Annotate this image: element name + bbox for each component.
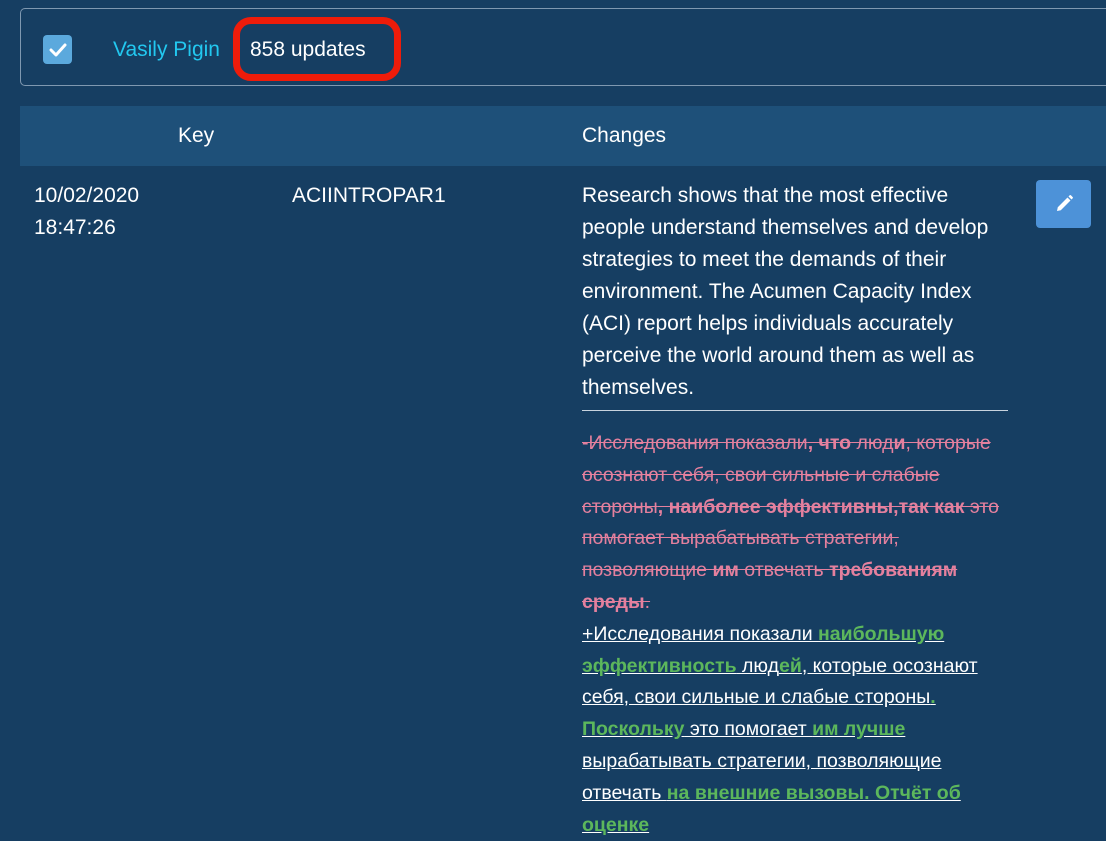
updates-count: 858 updates (250, 38, 366, 61)
diff-segment: люд (851, 432, 894, 454)
diff-segment: люд (736, 654, 779, 677)
column-header-changes: Changes (582, 124, 667, 147)
change-date: 10/02/2020 (34, 184, 140, 207)
change-timestamp: 10/02/2020 18:47:26 (34, 180, 234, 244)
diff-segment: это помогает (684, 718, 813, 741)
changes-page: Vasily Pigin 858 updates Key Changes 10/… (0, 0, 1106, 841)
diff-segment: отвечать (738, 559, 830, 582)
pencil-icon (1056, 195, 1073, 211)
author-link[interactable]: Vasily Pigin (113, 37, 220, 63)
author-checkbox[interactable] (43, 35, 72, 64)
translation-diff: -Исследования показали, что люди, которы… (582, 428, 1002, 841)
diff-segment-changed: , что (807, 432, 852, 454)
source-text: Research shows that the most effective p… (582, 184, 989, 399)
diff-added-line: +Исследования показали наибольшую эффект… (582, 623, 978, 836)
author-filter-bar: Vasily Pigin 858 updates (20, 8, 1106, 86)
diff-segment-changed: ей (778, 654, 802, 677)
check-icon (49, 43, 66, 56)
diff-segment: . (644, 590, 651, 613)
diff-segment: +Исследования показали (582, 622, 819, 645)
table-header: Key Changes (20, 106, 1106, 166)
change-time: 18:47:26 (34, 216, 116, 239)
diff-segment-changed: им (712, 559, 739, 582)
diff-removed-line: -Исследования показали, что люди, которы… (582, 432, 999, 613)
diff-segment-changed: и (893, 432, 906, 454)
string-key: ACIINTROPAR1 (292, 184, 446, 207)
diff-divider (582, 410, 1008, 411)
column-header-key: Key (178, 124, 215, 147)
diff-segment-changed: , наиболее эффективны,так как (657, 495, 965, 518)
edit-button[interactable] (1036, 180, 1091, 228)
diff-segment-changed: им лучше (812, 718, 906, 741)
diff-segment: -Исследования показали (582, 432, 808, 454)
